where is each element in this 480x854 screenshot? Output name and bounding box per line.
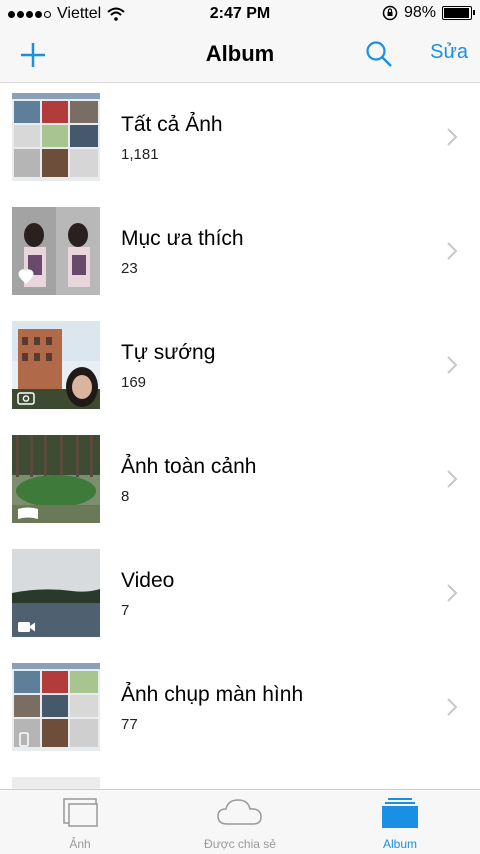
album-row-screenshots[interactable]: Ảnh chụp màn hình 77 [0,653,480,767]
tab-label: Được chia sẻ [204,837,276,851]
photos-tab-icon [63,798,98,827]
album-row-videos[interactable]: Video 7 [0,539,480,653]
album-thumbnail [12,549,100,637]
album-title: Tất cả Ảnh [121,113,223,136]
rotation-lock-icon [382,5,398,21]
album-count: 8 [121,488,130,505]
page-title: Album [205,41,275,66]
album-title: Mục ưa thích [121,227,244,250]
album-count: 77 [121,716,138,733]
album-row-all-photos[interactable]: Tất cả Ảnh 1,181 [0,83,480,197]
album-title: Ảnh toàn cảnh [121,455,257,478]
edit-button[interactable]: Sửa [430,41,468,64]
search-icon[interactable] [364,39,394,69]
album-title: Ảnh chụp màn hình [121,683,304,706]
album-thumbnail [12,663,100,751]
panorama-icon [18,507,38,519]
chevron-right-icon [447,356,458,374]
album-list: Tất cả Ảnh 1,181 Mục ưa thích 23 Tự sướn… [0,83,480,807]
albums-tab-icon [382,798,418,828]
chevron-right-icon [447,242,458,260]
album-count: 7 [121,602,130,619]
tab-shared[interactable]: Được chia sẻ [160,796,320,851]
chevron-right-icon [447,470,458,488]
album-row-panoramas[interactable]: Ảnh toàn cảnh 8 [0,425,480,539]
tab-photos[interactable]: Ảnh [0,796,160,851]
battery-icon [442,6,475,20]
album-thumbnail [12,93,100,181]
album-thumbnail [12,435,100,523]
tab-label: Ảnh [69,837,91,851]
chevron-right-icon [447,698,458,716]
album-title: Video [121,569,175,592]
album-count: 23 [121,260,138,277]
battery-percent: 98% [403,4,436,21]
album-count: 169 [121,374,147,391]
album-count: 1,181 [121,146,159,163]
album-thumbnail [12,207,100,295]
chevron-right-icon [447,584,458,602]
tab-albums[interactable]: Album [320,796,480,851]
chevron-right-icon [447,128,458,146]
status-right: 98% [382,4,475,22]
status-bar: Viettel 2:47 PM 98% [0,0,480,28]
album-row-favorites[interactable]: Mục ưa thích 23 [0,197,480,311]
tab-label: Album [382,837,417,851]
navigation-bar: Album Sửa [0,28,480,83]
album-title: Tự sướng [121,341,216,364]
album-row-selfies[interactable]: Tự sướng 169 [0,311,480,425]
cloud-icon [217,799,262,825]
tab-bar: Ảnh Được chia sẻ Album [0,789,480,854]
album-thumbnail [12,321,100,409]
